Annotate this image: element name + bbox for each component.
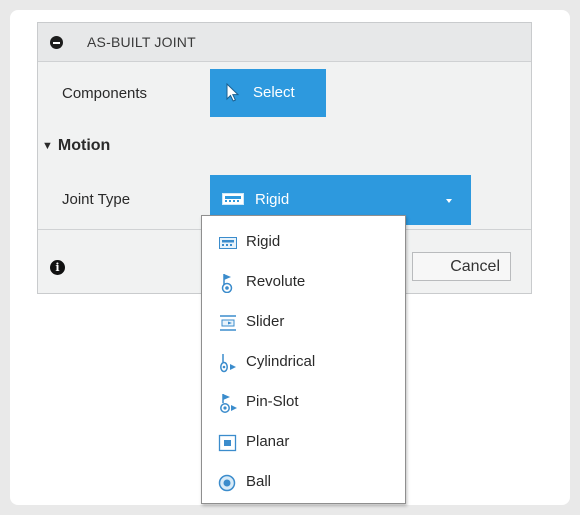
menu-item-label: Ball xyxy=(246,473,272,490)
menu-item-label: Pin-Slot xyxy=(246,393,299,410)
pin-slot-joint-icon xyxy=(220,394,237,413)
menu-item-slider[interactable]: Slider xyxy=(202,302,405,342)
menu-item-label: Planar xyxy=(246,433,290,450)
joint-type-value: Rigid xyxy=(255,191,290,208)
menu-item-revolute[interactable]: Revolute xyxy=(202,262,405,302)
menu-item-ball[interactable]: Ball xyxy=(202,462,405,502)
components-label: Components xyxy=(62,85,148,102)
motion-section-header[interactable]: ▼ Motion xyxy=(42,137,110,155)
rigid-joint-icon xyxy=(222,193,244,205)
menu-item-label: Revolute xyxy=(246,273,306,290)
revolute-joint-icon xyxy=(221,274,233,293)
menu-item-cylindrical[interactable]: Cylindrical xyxy=(202,342,405,382)
expand-triangle-icon: ▼ xyxy=(42,140,53,152)
menu-item-label: Cylindrical xyxy=(246,353,316,370)
ball-joint-icon xyxy=(218,474,236,492)
planar-joint-icon xyxy=(218,434,237,452)
joint-type-menu: Rigid Revolute Slider Cylindrical Pin-Sl… xyxy=(201,215,406,504)
cancel-button[interactable]: Cancel xyxy=(412,252,511,281)
info-icon[interactable]: i xyxy=(50,260,65,275)
motion-label: Motion xyxy=(57,137,111,154)
rigid-joint-icon xyxy=(219,237,237,249)
joint-type-label: Joint Type xyxy=(62,191,131,208)
workspace-background: AS-BUILT JOINT Components Select ▼ Motion… xyxy=(10,10,570,505)
cylindrical-joint-icon xyxy=(220,354,236,373)
cursor-arrow-icon xyxy=(226,83,240,102)
select-components-button[interactable]: Select xyxy=(210,69,326,117)
menu-item-rigid[interactable]: Rigid xyxy=(202,222,405,262)
menu-item-label: Slider xyxy=(246,313,285,330)
panel-header: AS-BUILT JOINT xyxy=(38,23,531,62)
menu-item-pin-slot[interactable]: Pin-Slot xyxy=(202,382,405,422)
cancel-button-label: Cancel xyxy=(450,258,500,275)
chevron-down-icon xyxy=(446,199,452,203)
collapse-icon[interactable] xyxy=(50,36,63,49)
menu-item-planar[interactable]: Planar xyxy=(202,422,405,462)
slider-joint-icon xyxy=(220,315,236,331)
panel-title: AS-BUILT JOINT xyxy=(87,34,196,50)
select-button-label: Select xyxy=(253,84,295,101)
menu-item-label: Rigid xyxy=(246,233,281,250)
